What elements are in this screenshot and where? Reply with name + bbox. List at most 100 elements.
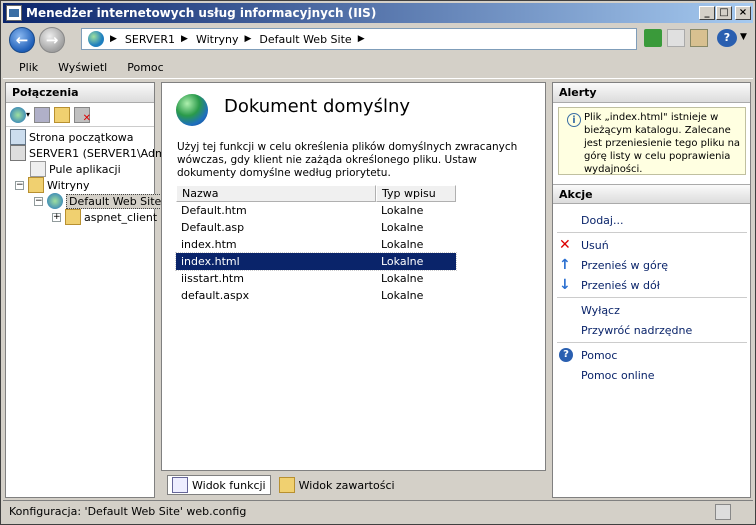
connections-pane: Połączenia ▾ ✕ Strona początkowa SERVER1… (5, 82, 176, 498)
info-icon: i (567, 113, 581, 127)
iis-app-icon (6, 5, 22, 21)
minimize-button[interactable]: _ (699, 6, 715, 20)
breadcrumb-server[interactable]: SERVER1 (125, 33, 175, 46)
tree-server[interactable]: SERVER1 (SERVER1\Admin (10, 145, 176, 161)
tree-child-label: aspnet_client (84, 210, 158, 224)
forward-arrow-icon: → (45, 31, 59, 49)
tree-sites-label: Witryny (47, 178, 90, 192)
cell-name: Default.htm (181, 204, 247, 217)
help-icon: ? (559, 348, 573, 362)
actions-pane: Alerty i Plik „index.html" istnieje w bi… (552, 82, 751, 498)
connect-icon[interactable] (10, 106, 26, 123)
breadcrumb-sites[interactable]: Witryny (196, 33, 239, 46)
globe-icon (88, 31, 104, 47)
default-documents-table: Nazwa Typ wpisu Default.htm Lokalne Defaul… (175, 185, 457, 304)
action-disable[interactable]: Wyłącz (581, 304, 620, 317)
window-title: Menedżer internetowych usług informacyjn… (26, 6, 377, 20)
breadcrumb-separator-icon[interactable]: ▶ (358, 34, 365, 44)
column-type-header[interactable]: Typ wpisu (376, 185, 456, 202)
column-name-header[interactable]: Nazwa (176, 185, 376, 202)
table-row[interactable]: iisstart.htm Lokalne (176, 270, 456, 287)
default-document-globe-icon (176, 94, 208, 126)
disconnect-icon[interactable]: ✕ (74, 106, 91, 124)
tree-aspnet-client[interactable]: + aspnet_client (52, 209, 157, 225)
cell-name: index.html (181, 255, 240, 268)
cell-type: Lokalne (381, 255, 424, 268)
maximize-button[interactable]: □ (716, 6, 732, 20)
menu-help[interactable]: Pomoc (127, 61, 163, 74)
table-row[interactable]: default.aspx Lokalne (176, 287, 456, 304)
tree-start-page[interactable]: Strona początkowa (10, 129, 134, 145)
breadcrumb-site[interactable]: Default Web Site (259, 33, 351, 46)
collapse-icon[interactable]: − (34, 196, 43, 206)
tree-app-pools[interactable]: Pule aplikacji (30, 161, 121, 177)
divider (557, 342, 747, 343)
tab-content-view[interactable]: Widok zawartości (275, 475, 399, 495)
alert-text: Plik „index.html" istnieje w bieżącym ka… (584, 112, 741, 175)
close-button[interactable]: × (735, 6, 751, 20)
connect-dropdown-icon[interactable]: ▾ (26, 110, 30, 119)
breadcrumb-separator-icon[interactable]: ▶ (110, 34, 117, 44)
collapse-icon[interactable]: − (15, 180, 24, 190)
action-add[interactable]: Dodaj... (581, 214, 623, 227)
up-folder-icon[interactable] (54, 106, 71, 123)
tree-site-label: Default Web Site (66, 193, 165, 209)
stop-icon[interactable] (667, 29, 685, 47)
cell-name: index.htm (181, 238, 237, 251)
cell-type: Lokalne (381, 272, 424, 285)
table-row[interactable]: index.htm Lokalne (176, 236, 456, 253)
action-help-online[interactable]: Pomoc online (581, 369, 655, 382)
status-text: Konfiguracja: 'Default Web Site' web.con… (9, 505, 247, 518)
refresh-icon[interactable] (644, 29, 662, 47)
help-icon[interactable]: ? (717, 29, 737, 47)
home-icon[interactable] (690, 29, 708, 47)
status-bar: Konfiguracja: 'Default Web Site' web.con… (3, 500, 753, 522)
sites-folder-icon (28, 177, 44, 193)
actions-header: Akcje (553, 184, 750, 204)
tree-sites[interactable]: − Witryny (15, 177, 90, 193)
expand-icon[interactable]: + (52, 212, 61, 222)
cell-name: default.aspx (181, 289, 250, 302)
divider (557, 232, 747, 233)
action-move-up[interactable]: Przenieś w górę (581, 259, 668, 272)
back-button[interactable]: ← (9, 27, 35, 53)
action-move-down[interactable]: Przenieś w dół (581, 279, 660, 292)
address-bar[interactable]: ▶ SERVER1 ▶ Witryny ▶ Default Web Site ▶ (81, 28, 637, 50)
action-revert-to-parent[interactable]: Przywróć nadrzędne (581, 324, 692, 337)
action-remove[interactable]: Usuń (581, 239, 609, 252)
cell-type: Lokalne (381, 289, 424, 302)
app-pools-icon (30, 161, 46, 177)
connections-header: Połączenia (6, 83, 154, 103)
features-pane: Dokument domyślny Użyj tej funkcji w cel… (161, 82, 546, 471)
tree-start-label: Strona początkowa (29, 130, 134, 144)
action-help[interactable]: Pomoc (581, 349, 617, 362)
menu-view[interactable]: Wyświetl (58, 61, 107, 74)
site-globe-icon (47, 193, 63, 209)
cell-name: Default.asp (181, 221, 245, 234)
tree-default-web-site[interactable]: − Default Web Site (34, 193, 165, 209)
title-bar: Menedżer internetowych usług informacyjn… (3, 3, 753, 23)
menu-file[interactable]: Plik (19, 61, 38, 74)
tab-features-label: Widok funkcji (192, 478, 266, 492)
server-icon (10, 145, 26, 161)
alerts-header: Alerty (553, 83, 750, 103)
table-header: Nazwa Typ wpisu (176, 185, 456, 202)
cell-type: Lokalne (381, 238, 424, 251)
table-row[interactable]: index.html Lokalne (175, 252, 457, 271)
folder-icon (65, 209, 81, 225)
arrow-up-icon: ↑ (559, 257, 571, 273)
help-dropdown-icon[interactable]: ▼ (740, 32, 747, 42)
table-row[interactable]: Default.asp Lokalne (176, 219, 456, 236)
forward-button[interactable]: → (39, 27, 65, 53)
breadcrumb-separator-icon[interactable]: ▶ (244, 34, 251, 44)
divider (557, 297, 747, 298)
breadcrumb-separator-icon[interactable]: ▶ (181, 34, 188, 44)
alert-box: i Plik „index.html" istnieje w bieżącym … (558, 107, 746, 175)
table-body: Default.htm Lokalne Default.asp Lokalne inde… (175, 202, 457, 304)
remove-icon: ✕ (559, 237, 571, 253)
features-view-icon (172, 477, 188, 493)
start-page-icon (10, 129, 26, 145)
save-icon[interactable] (34, 106, 51, 123)
tab-features-view[interactable]: Widok funkcji (167, 475, 271, 495)
table-row[interactable]: Default.htm Lokalne (176, 202, 456, 219)
